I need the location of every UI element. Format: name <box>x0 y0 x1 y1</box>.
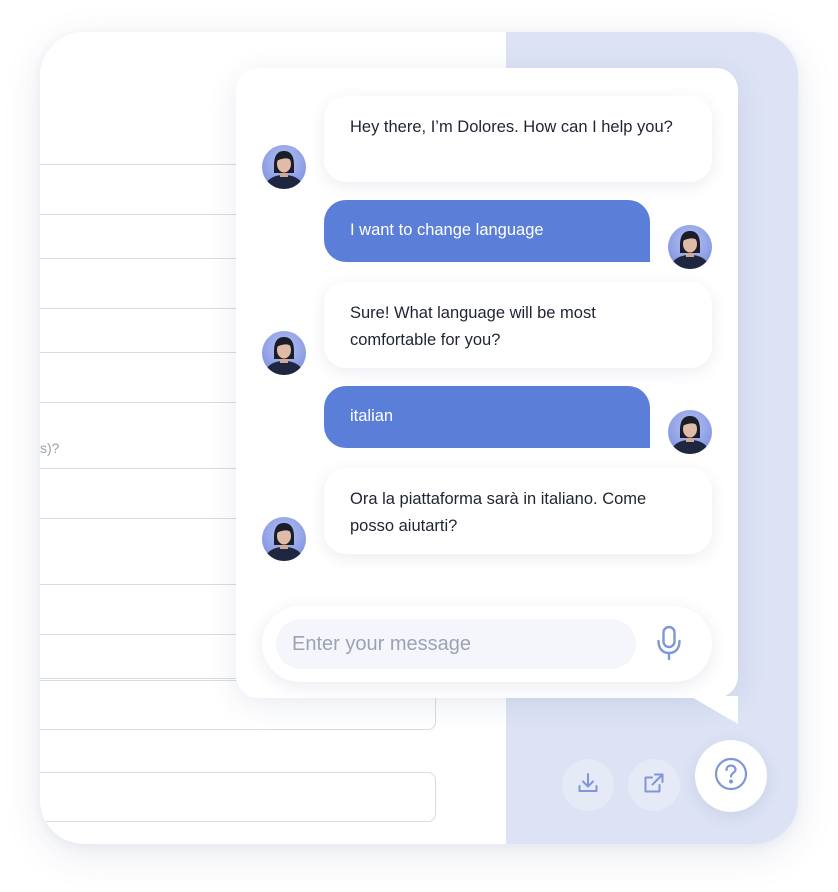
form-field-line <box>40 678 240 679</box>
download-icon <box>576 771 600 800</box>
form-field-line <box>40 308 240 309</box>
bot-message: Sure! What language will be most comfort… <box>324 282 712 368</box>
bot-message: Hey there, I’m Dolores. How can I help y… <box>324 96 712 182</box>
form-field-line <box>40 634 240 635</box>
bot-avatar <box>262 145 306 189</box>
form-field-line <box>40 164 240 165</box>
bot-avatar <box>262 517 306 561</box>
help-question-icon <box>714 757 748 796</box>
chat-window-tail <box>690 696 738 724</box>
form-field-line <box>40 352 240 353</box>
form-field-line <box>40 468 240 469</box>
external-link-icon <box>642 771 666 800</box>
bot-avatar <box>262 331 306 375</box>
form-question-text: s)? <box>40 440 60 456</box>
user-avatar <box>668 410 712 454</box>
bot-message: Ora la piattaforma sarà in italiano. Com… <box>324 468 712 554</box>
form-field-line <box>40 518 240 519</box>
form-field-line <box>40 258 240 259</box>
form-field-line <box>40 214 240 215</box>
message-input[interactable] <box>276 619 636 669</box>
form-input-box[interactable] <box>40 772 436 822</box>
user-avatar <box>668 225 712 269</box>
user-message: italian <box>324 386 650 448</box>
form-field-line <box>40 402 240 403</box>
open-external-button[interactable] <box>628 759 680 811</box>
form-field-line <box>40 584 240 585</box>
microphone-icon[interactable] <box>655 625 683 661</box>
help-button[interactable] <box>695 740 767 812</box>
user-message: I want to change language <box>324 200 650 262</box>
download-button[interactable] <box>562 759 614 811</box>
